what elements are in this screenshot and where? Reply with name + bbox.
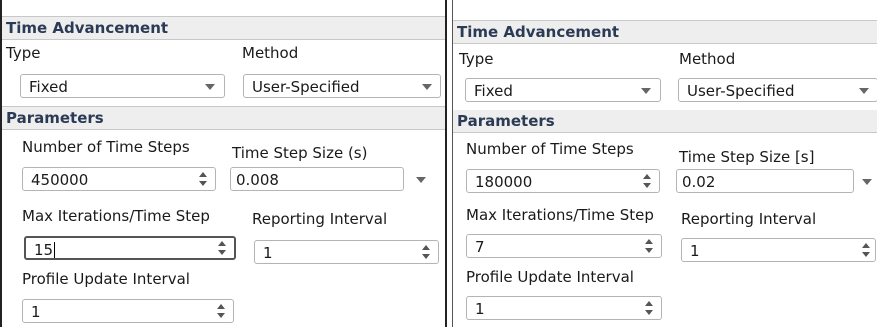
profile-update-interval-label: Profile Update Interval <box>22 270 190 288</box>
section-title: Time Advancement <box>2 16 445 40</box>
max-iterations-label: Max Iterations/Time Step <box>466 206 654 224</box>
time-step-size-input[interactable]: 0.008 <box>230 167 404 191</box>
max-iterations-value: 7 <box>475 238 485 256</box>
method-dropdown[interactable]: User-Specified <box>243 74 441 98</box>
reporting-interval-label: Reporting Interval <box>252 210 388 228</box>
method-dropdown-value: User-Specified <box>252 78 360 96</box>
num-time-steps-value: 450000 <box>31 171 89 189</box>
chevron-down-icon[interactable] <box>416 177 426 183</box>
chevron-down-icon[interactable] <box>862 179 872 185</box>
parameters-header: Parameters <box>2 106 445 130</box>
method-label: Method <box>679 50 736 68</box>
parameters-header: Parameters <box>453 110 877 133</box>
reporting-interval-value: 1 <box>690 242 700 260</box>
num-time-steps-value: 180000 <box>475 173 533 191</box>
profile-update-interval-label: Profile Update Interval <box>466 268 634 286</box>
chevron-down-icon <box>422 84 432 90</box>
method-dropdown-value: User-Specified <box>687 82 795 100</box>
spinner-icon[interactable] <box>216 238 228 258</box>
max-iterations-input[interactable]: 15 <box>24 236 236 260</box>
type-dropdown[interactable]: Fixed <box>20 74 225 98</box>
spinner-icon[interactable] <box>860 240 872 260</box>
reporting-interval-value: 1 <box>263 244 273 262</box>
type-dropdown[interactable]: Fixed <box>465 78 661 102</box>
type-dropdown-value: Fixed <box>29 78 68 96</box>
profile-update-interval-value: 1 <box>475 300 485 318</box>
reporting-interval-input[interactable]: 1 <box>254 240 439 264</box>
spinner-icon[interactable] <box>643 236 655 256</box>
profile-update-interval-input[interactable]: 1 <box>22 299 234 323</box>
num-time-steps-input[interactable]: 450000 <box>22 167 216 191</box>
chevron-down-icon[interactable] <box>641 88 651 94</box>
type-label: Type <box>459 50 494 68</box>
section-title: Time Advancement <box>453 20 877 44</box>
type-dropdown-value: Fixed <box>474 82 513 100</box>
max-iterations-label: Max Iterations/Time Step <box>22 207 210 225</box>
time-step-size-label: Time Step Size [s] <box>679 148 815 166</box>
time-step-size-value: 0.02 <box>682 173 716 191</box>
time-step-size-value: 0.008 <box>236 171 279 189</box>
time-advancement-panel-left: Time Advancement Type Method Fixed User-… <box>0 0 447 327</box>
num-time-steps-label: Number of Time Steps <box>22 138 190 156</box>
spinner-icon[interactable] <box>641 171 653 191</box>
chevron-down-icon <box>205 84 215 90</box>
time-step-size-input[interactable]: 0.02 <box>676 169 854 193</box>
method-dropdown[interactable]: User-Specified <box>678 78 877 102</box>
max-iterations-input[interactable]: 7 <box>466 234 662 258</box>
spinner-icon[interactable] <box>420 242 432 262</box>
time-advancement-panel-right: Time Advancement Type Method Fixed User-… <box>452 0 877 327</box>
max-iterations-value: 15 <box>34 241 56 259</box>
profile-update-interval-value: 1 <box>31 303 41 321</box>
type-label: Type <box>6 44 41 62</box>
spinner-icon[interactable] <box>643 298 655 318</box>
time-step-size-label: Time Step Size (s) <box>232 144 368 162</box>
method-label: Method <box>242 44 299 62</box>
reporting-interval-input[interactable]: 1 <box>681 238 876 262</box>
chevron-down-icon[interactable] <box>859 88 869 94</box>
reporting-interval-label: Reporting Interval <box>681 210 817 228</box>
spinner-icon[interactable] <box>197 169 209 189</box>
num-time-steps-input[interactable]: 180000 <box>466 169 660 193</box>
profile-update-interval-input[interactable]: 1 <box>466 296 662 320</box>
num-time-steps-label: Number of Time Steps <box>466 140 634 158</box>
spinner-icon[interactable] <box>215 301 227 321</box>
